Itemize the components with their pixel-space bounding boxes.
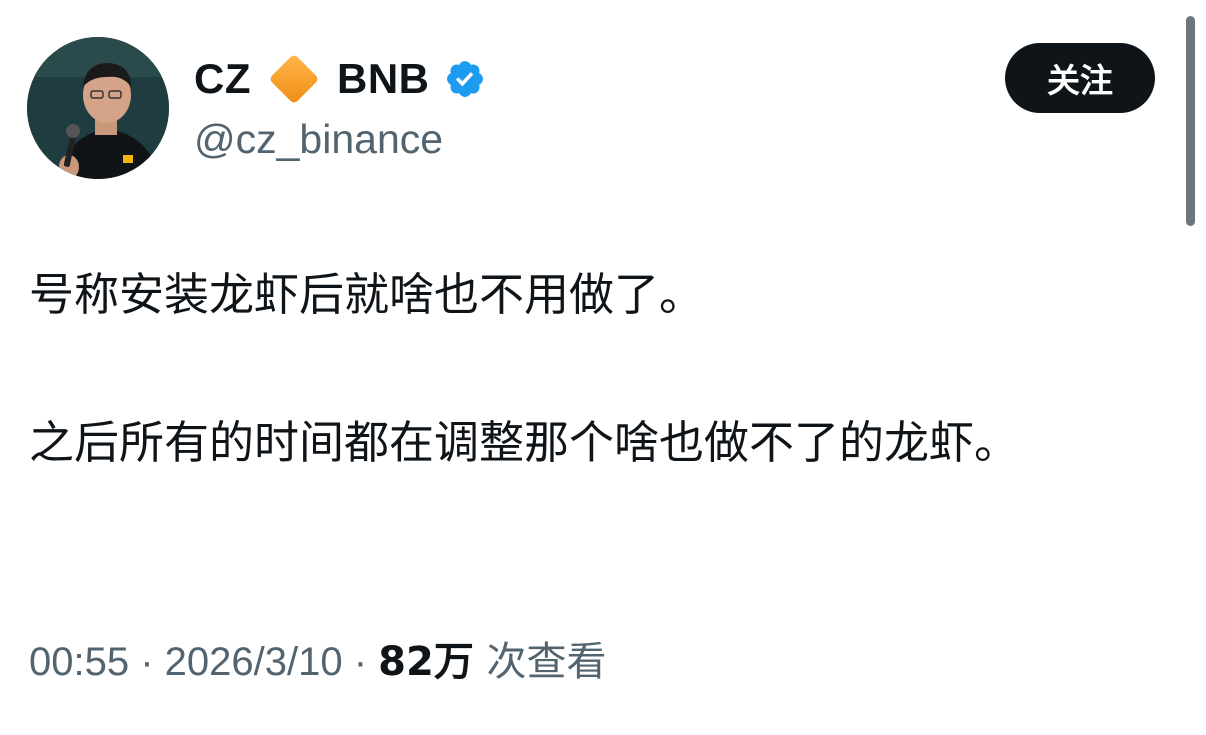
meta-separator: · — [129, 640, 165, 684]
display-name-cz[interactable]: CZ — [194, 50, 251, 108]
display-name-bnb[interactable]: BNB — [337, 50, 430, 108]
views-label: 次查看 — [473, 639, 607, 685]
avatar[interactable] — [27, 37, 169, 179]
author-name-row[interactable]: CZ BNB — [194, 50, 486, 108]
follow-button[interactable]: 关注 — [1005, 43, 1155, 113]
tweet-card: CZ BNB @cz_binance 关注 号称安装龙虾后就啥也不用做了。 之后… — [0, 0, 1206, 735]
meta-separator: · — [342, 640, 379, 684]
tweet-date[interactable]: 2026/3/10 — [165, 640, 343, 684]
orange-diamond-icon — [265, 50, 323, 108]
avatar-image — [27, 37, 169, 179]
tweet-text: 号称安装龙虾后就啥也不用做了。 之后所有的时间都在调整那个啥也做不了的龙虾。 — [29, 268, 1020, 469]
scrollbar[interactable] — [1186, 16, 1195, 226]
verified-badge-icon — [444, 58, 486, 100]
tweet-meta: 00:55 · 2026/3/10 · 82万 次查看 — [29, 634, 607, 690]
author-handle[interactable]: @cz_binance — [194, 112, 443, 166]
tweet-time[interactable]: 00:55 — [29, 640, 129, 684]
views-count: 82万 — [378, 639, 474, 685]
